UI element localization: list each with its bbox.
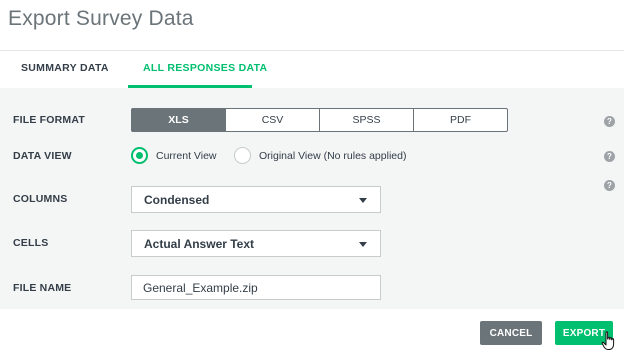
file-name-label: FILE NAME [13,282,72,294]
cells-selected-value: Actual Answer Text [144,236,255,251]
dialog-title: Export Survey Data [8,7,194,30]
format-spss-button[interactable]: SPSS [319,108,414,132]
radio-button-checked[interactable] [131,147,148,164]
columns-selected-value: Condensed [144,192,210,207]
format-xls-button[interactable]: XLS [131,108,226,132]
file-format-label: FILE FORMAT [13,114,85,126]
columns-label: COLUMNS [13,193,68,205]
format-pdf-button[interactable]: PDF [413,108,508,132]
hand-pointer-icon [601,331,615,350]
file-name-input[interactable] [131,275,381,300]
radio-original-view-label: Original View (No rules applied) [259,149,407,162]
radio-current-view-label: Current View [156,149,217,162]
header-divider [0,50,624,51]
format-csv-button[interactable]: CSV [225,108,320,132]
radio-current-view[interactable]: Current View [131,147,217,164]
file-format-help-icon[interactable]: ? [604,116,615,127]
data-view-help-icon[interactable]: ? [604,151,615,162]
file-format-segmented-control: XLS CSV SPSS PDF [131,108,508,132]
cells-select[interactable]: Actual Answer Text [131,230,381,257]
radio-original-view[interactable]: Original View (No rules applied) [234,147,406,164]
tab-all-responses-data[interactable]: ALL RESPONSES DATA [143,62,267,74]
chevron-down-icon [359,198,367,203]
columns-help-icon[interactable]: ? [604,180,615,191]
data-view-label: DATA VIEW [13,150,72,162]
chevron-down-icon [359,242,367,247]
columns-select[interactable]: Condensed [131,186,381,213]
cells-label: CELLS [13,237,49,249]
tab-summary-data[interactable]: SUMMARY DATA [21,62,109,74]
radio-button-unchecked[interactable] [234,147,251,164]
cancel-button[interactable]: CANCEL [480,321,542,345]
